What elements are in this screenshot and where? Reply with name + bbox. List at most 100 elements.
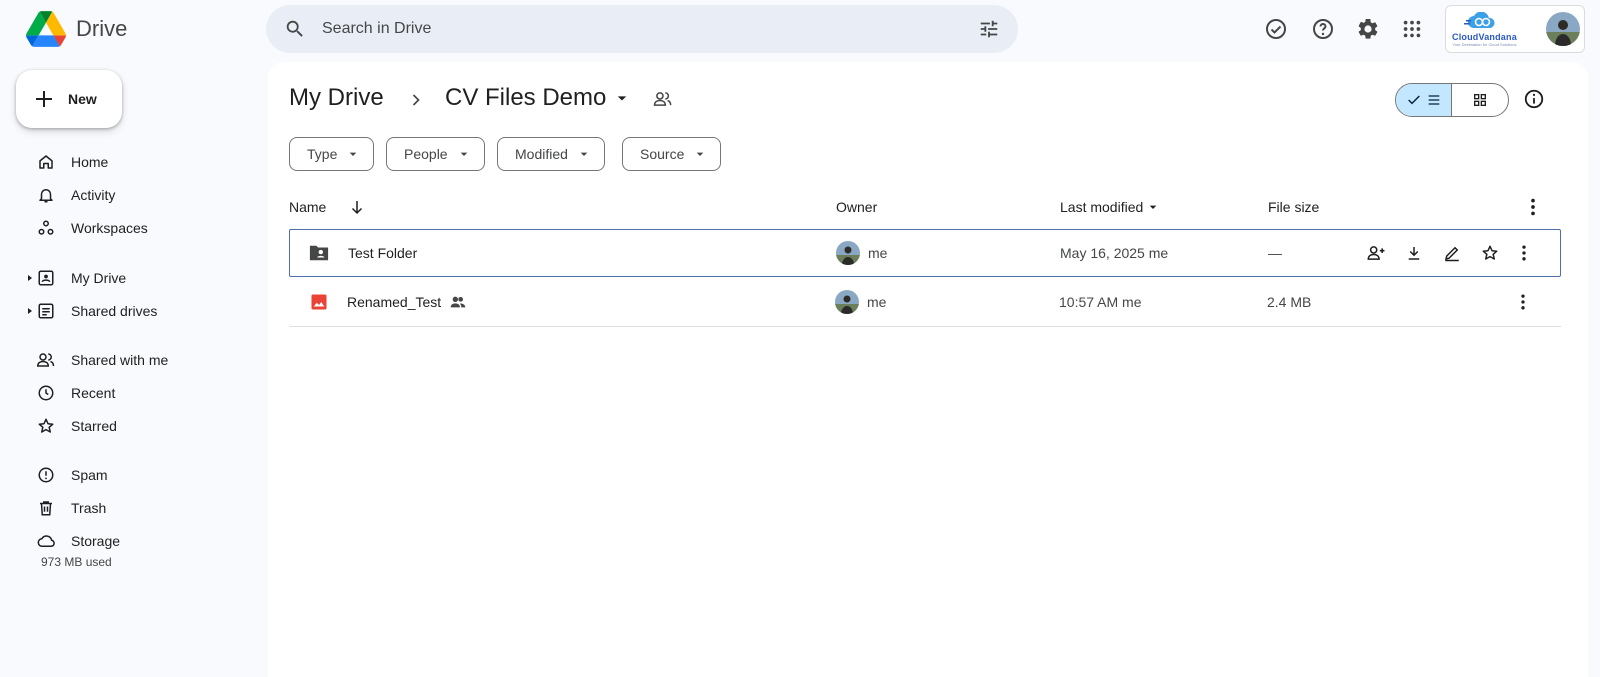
sidebar-item-recent[interactable]: Recent <box>36 377 115 409</box>
owner-cell: me <box>836 241 887 265</box>
column-header-last-modified[interactable]: Last modified <box>1060 197 1161 217</box>
file-name: Test Folder <box>348 245 418 261</box>
filter-people[interactable]: People <box>386 137 485 171</box>
sidebar-item-shared-drives[interactable]: Shared drives <box>28 295 158 327</box>
owner-name: me <box>867 294 887 310</box>
dropdown-arrow-icon <box>460 152 467 156</box>
more-vert-icon[interactable] <box>1513 242 1535 264</box>
breadcrumb-current[interactable]: CV Files Demo <box>445 84 632 112</box>
storage-used-text: 973 MB used <box>41 555 112 569</box>
plus-icon <box>36 91 52 107</box>
owner-cell: me <box>835 290 886 314</box>
view-toggle <box>1395 83 1509 117</box>
rename-icon[interactable] <box>1441 242 1463 264</box>
list-view-button[interactable] <box>1396 84 1453 116</box>
sidebar-item-label: Home <box>71 154 109 170</box>
shared-drives-icon <box>36 301 56 321</box>
organization-tagline: Your Destination for Cloud Solutions <box>1452 41 1517 47</box>
grid-icon <box>1474 94 1486 106</box>
sidebar-item-starred[interactable]: Starred <box>36 410 117 442</box>
sidebar-item-spam[interactable]: Spam <box>36 459 108 491</box>
download-icon[interactable] <box>1403 242 1425 264</box>
shared-people-icon <box>450 296 466 308</box>
organization-name: CloudVandana <box>1452 31 1517 42</box>
file-size: 2.4 MB <box>1267 294 1312 310</box>
star-icon[interactable] <box>1479 242 1501 264</box>
drive-logo[interactable]: Drive <box>26 10 127 48</box>
filter-label: People <box>404 146 448 162</box>
last-modified: May 16, 2025 me <box>1060 245 1169 261</box>
dropdown-arrow-icon <box>618 96 627 101</box>
sidebar-item-label: Starred <box>71 418 117 434</box>
sort-arrow-down-icon[interactable] <box>348 198 366 216</box>
sidebar-item-shared-with-me[interactable]: Shared with me <box>36 344 168 376</box>
breadcrumb-root[interactable]: My Drive <box>289 84 384 112</box>
file-name: Renamed_Test <box>347 294 442 310</box>
table-row[interactable]: Renamed_Test me 10:57 AM me 2.4 MB <box>289 278 1561 327</box>
column-header-label: Name <box>289 199 327 215</box>
expand-caret-icon[interactable] <box>26 307 34 315</box>
sidebar-item-storage[interactable]: Storage <box>36 525 120 557</box>
bell-icon <box>36 185 56 205</box>
info-icon[interactable] <box>1523 88 1545 110</box>
cloud-logo-icon <box>1464 11 1495 28</box>
column-header-file-size[interactable]: File size <box>1268 197 1319 217</box>
spam-icon <box>36 465 56 485</box>
apps-grid-icon[interactable] <box>1397 14 1427 44</box>
sidebar-item-label: Trash <box>71 500 107 516</box>
sidebar-item-trash[interactable]: Trash <box>36 492 106 524</box>
sidebar-item-activity[interactable]: Activity <box>36 179 115 211</box>
search-input[interactable] <box>322 5 978 53</box>
more-vert-icon[interactable] <box>1522 196 1544 218</box>
sidebar-item-label: Shared drives <box>71 303 158 319</box>
sidebar-item-label: Workspaces <box>71 220 148 236</box>
column-header-owner[interactable]: Owner <box>836 197 877 217</box>
cloud-icon <box>36 531 56 551</box>
sidebar-item-my-drive[interactable]: My Drive <box>28 262 127 294</box>
filter-label: Modified <box>515 146 568 162</box>
column-header-label: Last modified <box>1060 199 1144 215</box>
dropdown-arrow-icon <box>697 152 704 156</box>
app-name: Drive <box>76 16 128 41</box>
new-button[interactable]: New <box>16 70 122 128</box>
image-file-icon <box>310 293 328 311</box>
expand-caret-icon[interactable] <box>26 274 34 282</box>
column-header-name[interactable]: Name <box>289 197 366 217</box>
clock-icon <box>36 383 56 403</box>
chevron-right-icon <box>412 94 420 106</box>
account-switcher[interactable]: CloudVandana Your Destination for Cloud … <box>1445 5 1585 53</box>
filter-type[interactable]: Type <box>289 137 375 171</box>
table-row[interactable]: Test Folder me May 16, 2025 me — <box>289 229 1561 277</box>
dropdown-arrow-icon <box>580 152 588 156</box>
sidebar-item-home[interactable]: Home <box>36 146 108 178</box>
list-icon <box>1428 95 1439 105</box>
search-options-icon[interactable] <box>978 18 1000 40</box>
more-vert-icon[interactable] <box>1512 291 1534 313</box>
search-bar[interactable] <box>266 5 1018 53</box>
filter-label: Type <box>307 146 338 162</box>
ready-for-offline-icon[interactable] <box>1261 14 1291 44</box>
owner-avatar <box>836 241 860 265</box>
filter-source[interactable]: Source <box>622 137 722 171</box>
owner-avatar <box>835 290 859 314</box>
filter-label: Source <box>640 146 685 162</box>
shared-folder-icon <box>308 243 330 263</box>
account-avatar[interactable] <box>1546 12 1580 46</box>
share-icon[interactable] <box>1365 242 1387 264</box>
trash-icon <box>36 498 56 518</box>
shared-people-icon[interactable] <box>653 89 673 109</box>
star-icon <box>36 416 56 436</box>
search-icon[interactable] <box>284 18 306 40</box>
sidebar-item-workspaces[interactable]: Workspaces <box>36 212 148 244</box>
help-icon[interactable] <box>1308 14 1338 44</box>
check-icon <box>1407 95 1420 105</box>
settings-gear-icon[interactable] <box>1353 14 1383 44</box>
sidebar-item-label: Shared with me <box>71 352 169 368</box>
sidebar-item-label: Spam <box>71 467 108 483</box>
grid-view-button[interactable] <box>1452 84 1508 116</box>
filter-modified[interactable]: Modified <box>497 137 605 171</box>
sidebar-item-label: Storage <box>71 533 121 549</box>
file-size: — <box>1268 245 1282 261</box>
last-modified: 10:57 AM me <box>1059 294 1142 310</box>
sidebar-item-label: My Drive <box>71 270 127 286</box>
